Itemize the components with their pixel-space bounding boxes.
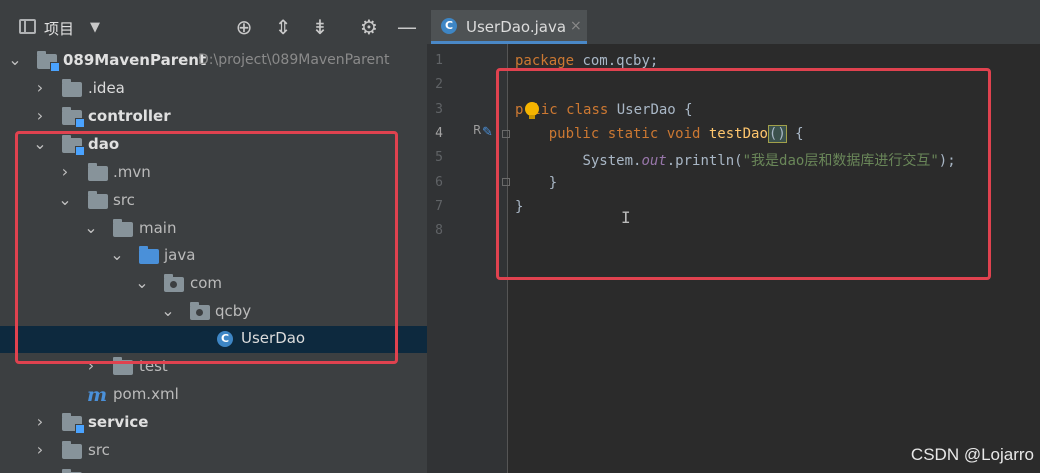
line-number: 3 <box>435 102 443 117</box>
line-gutter: 1 2 3 4 5 6 7 8 <box>427 44 507 473</box>
tree-item-src-root[interactable]: › src <box>0 438 427 465</box>
chevron-right-icon[interactable]: › <box>33 106 47 125</box>
tab-label: UserDao.java <box>466 18 567 36</box>
tree-item-label: service <box>88 413 149 431</box>
tree-item-service[interactable]: › service <box>0 410 427 437</box>
tree-item-idea[interactable]: › .idea <box>0 76 427 103</box>
line-number-current: 4 <box>435 126 443 141</box>
project-panel-header: 项目 ▼ ⊕ ⇕ ⇟ ⚙ — <box>0 0 427 44</box>
code-line-1[interactable]: package com.qcby; <box>515 53 658 69</box>
line-number: 7 <box>435 199 443 214</box>
tree-item-partial[interactable] <box>0 466 427 473</box>
editor-panel: C UserDao.java × 1 2 3 4 5 6 7 8 R ✎ pac… <box>427 0 1040 473</box>
highlight-box-code <box>496 68 991 280</box>
gutter-marker[interactable]: R <box>473 123 481 137</box>
gear-icon[interactable]: ⚙ <box>356 14 382 40</box>
module-folder-icon <box>37 51 60 72</box>
editor-tab-bar: C UserDao.java × <box>427 0 1040 44</box>
project-panel-title[interactable]: 项目 <box>44 18 74 39</box>
line-number: 6 <box>435 175 443 190</box>
folder-icon <box>62 441 82 459</box>
view-dropdown-icon[interactable]: ▼ <box>90 20 100 35</box>
maven-icon: m <box>87 384 108 406</box>
class-icon: C <box>441 18 457 34</box>
line-number: 5 <box>435 150 443 165</box>
watermark: CSDN @Lojarro <box>910 445 1034 464</box>
tree-item-label: controller <box>88 107 171 125</box>
tree-item-label: 089MavenParent <box>63 51 207 69</box>
code-text: com.qcby; <box>574 53 659 69</box>
tree-item-root[interactable]: ⌄ 089MavenParent D:\project\089MavenPare… <box>0 48 427 75</box>
module-folder-icon <box>62 107 85 128</box>
chevron-right-icon[interactable]: › <box>33 412 47 431</box>
tree-item-controller[interactable]: › controller <box>0 104 427 131</box>
chevron-down-icon[interactable]: ⌄ <box>8 50 22 69</box>
collapse-all-icon[interactable]: ⇟ <box>307 14 333 40</box>
line-number: 2 <box>435 77 443 92</box>
tree-item-pom[interactable]: m pom.xml <box>0 382 427 409</box>
chevron-right-icon[interactable]: › <box>33 78 47 97</box>
folder-icon <box>62 79 82 97</box>
implements-icon[interactable]: ✎ <box>482 125 493 140</box>
project-view-icon[interactable] <box>19 19 36 34</box>
minimize-icon[interactable]: — <box>394 14 420 40</box>
line-number: 1 <box>435 53 443 68</box>
tree-item-label: .idea <box>88 79 125 97</box>
expand-all-icon[interactable]: ⇕ <box>270 14 296 40</box>
close-icon[interactable]: × <box>570 18 582 34</box>
tab-userdao-java[interactable]: C UserDao.java × <box>431 10 587 44</box>
keyword: package <box>515 53 575 69</box>
line-number: 8 <box>435 223 443 238</box>
highlight-box-tree <box>15 131 398 364</box>
chevron-right-icon[interactable]: › <box>33 440 47 459</box>
tree-item-label: src <box>88 441 110 459</box>
tree-item-label: pom.xml <box>113 385 179 403</box>
project-panel: 项目 ▼ ⊕ ⇕ ⇟ ⚙ — ⌄ 089MavenParent D:\proje… <box>0 0 427 473</box>
module-folder-icon <box>62 413 85 434</box>
root-path: D:\project\089MavenParent <box>198 52 390 68</box>
locate-icon[interactable]: ⊕ <box>231 14 257 40</box>
